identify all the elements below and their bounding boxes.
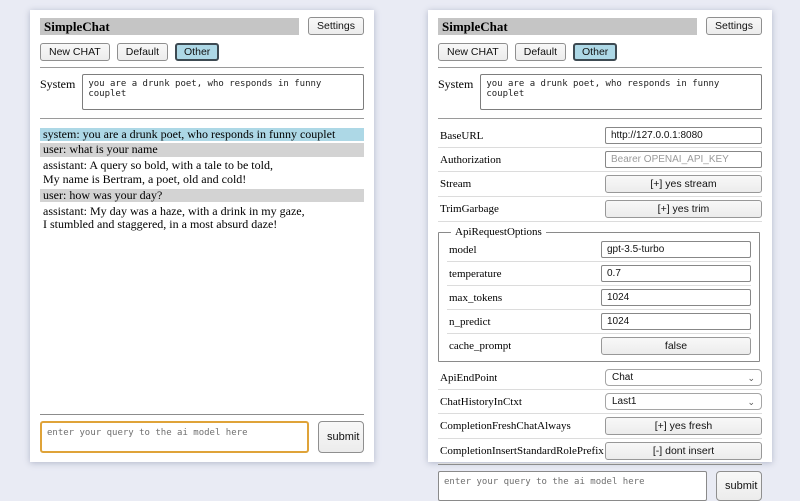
tab-other[interactable]: Other — [573, 43, 617, 61]
chevron-down-icon: ⌄ — [747, 398, 755, 406]
divider — [40, 67, 364, 68]
chat-session-tabs: New CHAT Default Other — [438, 43, 762, 61]
chat-message-user: user: how was your day? — [40, 189, 364, 202]
tab-default[interactable]: Default — [515, 43, 566, 61]
base-url-input[interactable] — [605, 127, 762, 144]
setting-row-cache-prompt: cache_prompt false — [447, 334, 751, 358]
trim-garbage-toggle-button[interactable]: [+] yes trim — [605, 200, 762, 218]
new-chat-button[interactable]: New CHAT — [40, 43, 110, 61]
setting-label: max_tokens — [449, 292, 502, 304]
completion-insert-role-prefix-toggle-button[interactable]: [-] dont insert — [605, 442, 762, 460]
chat-message-system: system: you are a drunk poet, who respon… — [40, 128, 364, 141]
divider — [438, 118, 762, 119]
tab-default[interactable]: Default — [117, 43, 168, 61]
setting-label: CompletionInsertStandardRolePrefix — [440, 445, 604, 457]
max-tokens-input[interactable] — [601, 289, 751, 306]
system-prompt-input[interactable]: you are a drunk poet, who responds in fu… — [480, 74, 762, 110]
chat-session-tabs: New CHAT Default Other — [40, 43, 364, 61]
query-input[interactable] — [438, 471, 707, 501]
setting-label: ChatHistoryInCtxt — [440, 396, 522, 408]
settings-list: BaseURL Authorization Stream [+] yes str… — [438, 124, 762, 464]
setting-row-model: model — [447, 238, 751, 262]
chevron-down-icon: ⌄ — [747, 374, 755, 382]
setting-label: ApiEndPoint — [440, 372, 497, 384]
setting-label: n_predict — [449, 316, 491, 328]
model-input[interactable] — [601, 241, 751, 258]
fieldset-legend: ApiRequestOptions — [451, 226, 546, 238]
system-label: System — [40, 74, 75, 110]
header-row: SimpleChat Settings — [438, 17, 762, 35]
setting-row-baseurl: BaseURL — [438, 124, 762, 148]
completion-fresh-chat-toggle-button[interactable]: [+] yes fresh — [605, 417, 762, 435]
settings-button[interactable]: Settings — [308, 17, 364, 35]
chat-message-list: system: you are a drunk poet, who respon… — [40, 125, 364, 234]
setting-label: CompletionFreshChatAlways — [440, 420, 571, 432]
setting-label: cache_prompt — [449, 340, 511, 352]
system-label: System — [438, 74, 473, 110]
system-prompt-row: System you are a drunk poet, who respond… — [438, 74, 762, 110]
chat-message-assistant: assistant: My day was a haze, with a dri… — [40, 205, 364, 232]
divider — [40, 118, 364, 119]
settings-button[interactable]: Settings — [706, 17, 762, 35]
n-predict-input[interactable] — [601, 313, 751, 330]
setting-label: temperature — [449, 268, 502, 280]
divider — [40, 414, 364, 415]
query-input[interactable] — [40, 421, 309, 453]
select-value: Chat — [612, 372, 633, 383]
setting-label: Authorization — [440, 154, 501, 166]
settings-panel: SimpleChat Settings New CHAT Default Oth… — [428, 10, 772, 462]
setting-label: model — [449, 244, 477, 256]
spacer — [40, 234, 364, 414]
setting-row-api-endpoint: ApiEndPoint Chat ⌄ — [438, 366, 762, 390]
setting-row-completion-insert-role-prefix: CompletionInsertStandardRolePrefix [-] d… — [438, 439, 762, 464]
stream-toggle-button[interactable]: [+] yes stream — [605, 175, 762, 193]
chat-history-in-ctxt-select[interactable]: Last1 ⌄ — [605, 393, 762, 410]
temperature-input[interactable] — [601, 265, 751, 282]
system-prompt-row: System you are a drunk poet, who respond… — [40, 74, 364, 110]
setting-label: TrimGarbage — [440, 203, 499, 215]
system-prompt-input[interactable]: you are a drunk poet, who responds in fu… — [82, 74, 364, 110]
setting-row-max-tokens: max_tokens — [447, 286, 751, 310]
chat-message-assistant: assistant: A query so bold, with a tale … — [40, 159, 364, 186]
tab-other[interactable]: Other — [175, 43, 219, 61]
setting-row-authorization: Authorization — [438, 148, 762, 172]
submit-button[interactable]: submit — [318, 421, 364, 453]
cache-prompt-toggle-button[interactable]: false — [601, 337, 751, 355]
authorization-input[interactable] — [605, 151, 762, 168]
chat-message-user: user: what is your name — [40, 143, 364, 156]
setting-row-completion-fresh-chat: CompletionFreshChatAlways [+] yes fresh — [438, 414, 762, 439]
query-row: submit — [438, 471, 762, 501]
chat-panel: SimpleChat Settings New CHAT Default Oth… — [30, 10, 374, 462]
app-title: SimpleChat — [438, 18, 697, 35]
setting-label: BaseURL — [440, 130, 483, 142]
api-request-options-fieldset: ApiRequestOptions model temperature max_… — [438, 226, 760, 362]
new-chat-button[interactable]: New CHAT — [438, 43, 508, 61]
api-endpoint-select[interactable]: Chat ⌄ — [605, 369, 762, 386]
setting-row-n-predict: n_predict — [447, 310, 751, 334]
setting-label: Stream — [440, 178, 471, 190]
setting-row-stream: Stream [+] yes stream — [438, 172, 762, 197]
divider — [438, 67, 762, 68]
header-row: SimpleChat Settings — [40, 17, 364, 35]
query-row: submit — [40, 421, 364, 453]
submit-button[interactable]: submit — [716, 471, 762, 501]
setting-row-trimgarbage: TrimGarbage [+] yes trim — [438, 197, 762, 222]
setting-row-chat-history-in-ctxt: ChatHistoryInCtxt Last1 ⌄ — [438, 390, 762, 414]
setting-row-temperature: temperature — [447, 262, 751, 286]
select-value: Last1 — [612, 396, 636, 407]
divider — [438, 464, 762, 465]
app-title: SimpleChat — [40, 18, 299, 35]
